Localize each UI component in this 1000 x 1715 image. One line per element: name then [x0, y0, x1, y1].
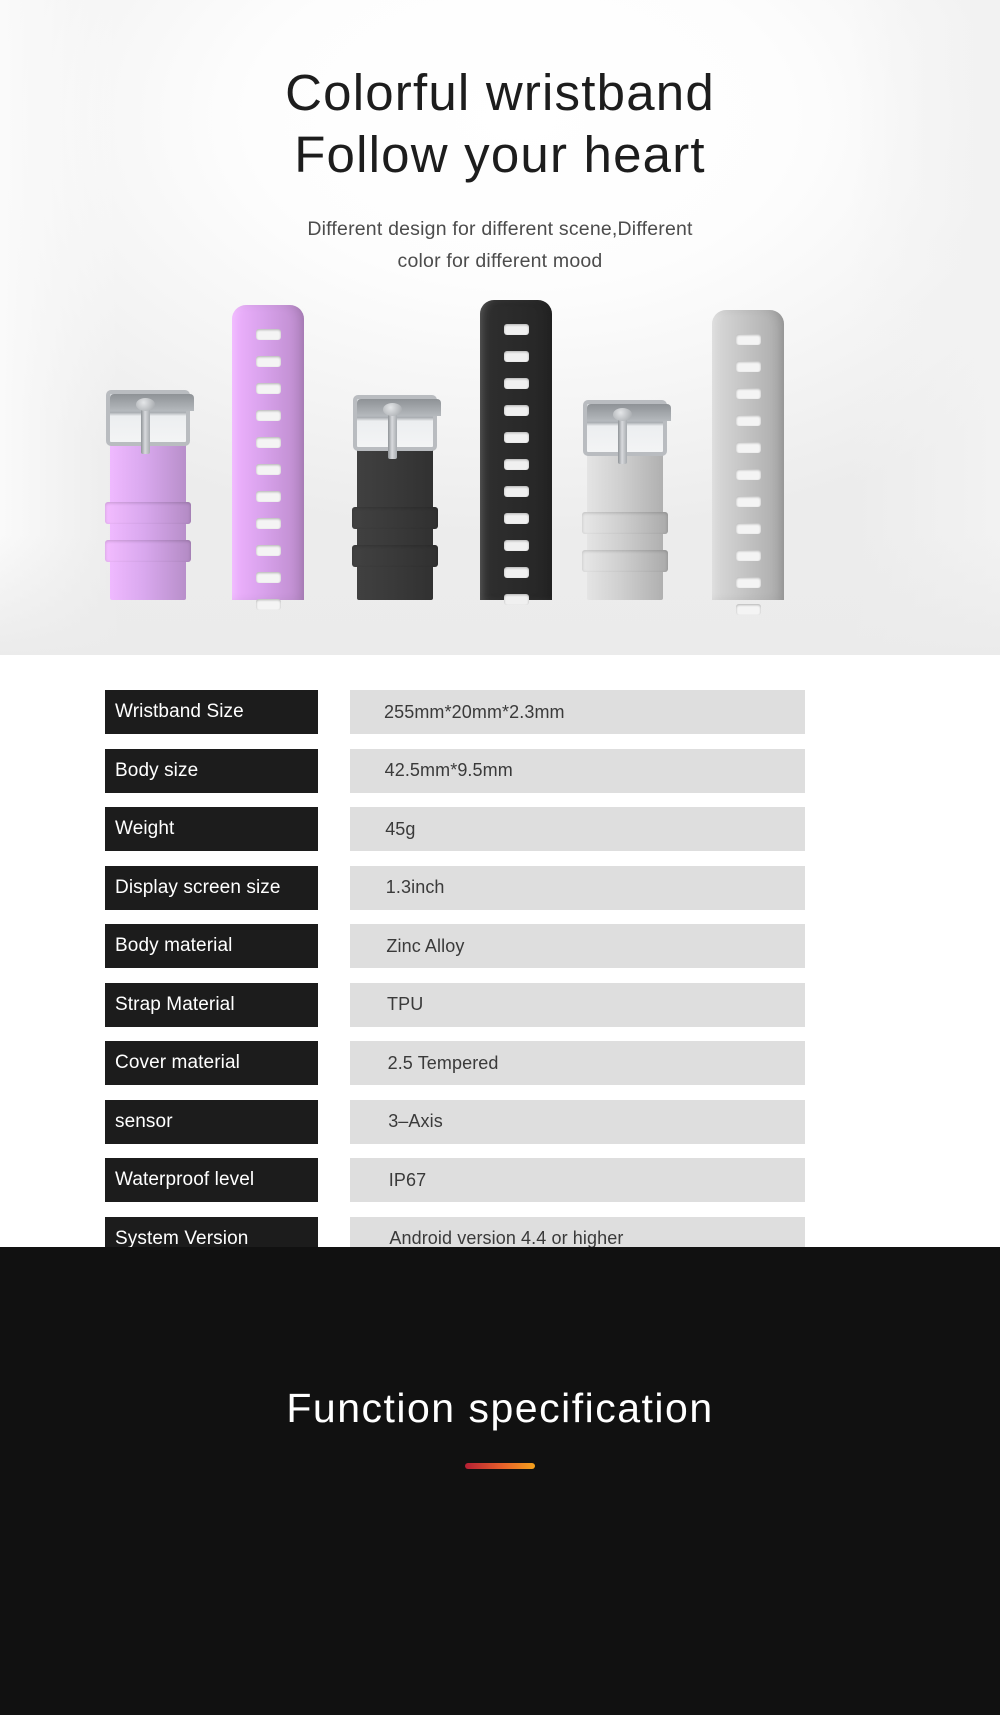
spec-row: Strap Material TPU: [0, 982, 1000, 1042]
spec-row: Cover material 2.5 Tempered: [0, 1041, 1000, 1100]
spec-value: 42.5mm*9.5mm: [350, 748, 805, 793]
dark-section: [0, 1247, 1000, 1715]
spec-label: sensor: [105, 1099, 318, 1144]
buckle-pin-head: [136, 398, 155, 411]
wristband-gray-strap-half: [712, 310, 784, 615]
spec-label: Weight: [105, 807, 318, 851]
function-specification-title: Function specification: [286, 1385, 714, 1431]
strap-hole: [503, 405, 529, 416]
buckle-keeper-loop: [352, 507, 438, 529]
strap-hole: [735, 415, 761, 426]
strap-hole: [503, 540, 529, 551]
strap-hole: [735, 469, 761, 480]
wristband-black-strap-half: [480, 300, 552, 605]
wristband-gallery: [0, 0, 1000, 655]
strap-hole: [503, 567, 529, 578]
spec-row: sensor 3–Axis: [0, 1099, 1000, 1159]
buckle-half: [350, 395, 441, 600]
spec-value: 2.5 Tempered: [350, 1041, 805, 1085]
buckle-keeper-loop: [105, 502, 191, 524]
spec-label: Waterproof level: [105, 1158, 318, 1202]
spec-row: Waterproof level IP67: [0, 1158, 1000, 1217]
spec-row: Wristband Size 255mm*20mm*2.3mm: [0, 690, 1000, 749]
spec-row: Weight 45g: [0, 807, 1000, 866]
strap-hole: [503, 486, 529, 497]
buckle-pin-head: [383, 403, 402, 416]
spec-value: IP67: [350, 1158, 805, 1202]
spec-label: Body size: [105, 748, 318, 793]
spec-label: Cover material: [105, 1041, 318, 1085]
spec-label: Wristband Size: [105, 690, 318, 734]
wristband-purple-buckle-half: [103, 390, 194, 600]
strap-hole: [735, 523, 761, 534]
strap-hole: [735, 388, 761, 399]
buckle-keeper-loop: [582, 550, 668, 572]
spec-label: Display screen size: [105, 865, 318, 910]
specification-table: Wristband Size 255mm*20mm*2.3mm Body size 4…: [0, 690, 1000, 1334]
spec-value: 1.3inch: [350, 865, 805, 910]
strap-hole: [735, 496, 761, 507]
spec-row: Display screen size 1.3inch: [0, 865, 1000, 925]
wristband-purple-strap-half: [232, 305, 304, 610]
spec-row: Body material Zinc Alloy: [0, 924, 1000, 983]
buckle-keeper-loop: [352, 545, 438, 567]
strap-hole: [503, 432, 529, 443]
strap-hole: [255, 464, 281, 475]
spec-label: Body material: [105, 924, 318, 968]
accent-underline: [465, 1463, 535, 1469]
buckle-pin-head: [613, 408, 632, 421]
strap-hole: [503, 594, 529, 605]
strap-hole: [255, 491, 281, 502]
strap-hole: [255, 518, 281, 529]
strap-hole: [255, 437, 281, 448]
strap-hole: [735, 577, 761, 588]
strap-hole: [735, 604, 761, 615]
strap-hole: [503, 378, 529, 389]
spec-label: Strap Material: [105, 982, 318, 1027]
strap-half: [480, 300, 552, 605]
strap-hole: [255, 383, 281, 394]
spec-value: 3–Axis: [350, 1099, 805, 1144]
spec-value: 255mm*20mm*2.3mm: [350, 690, 805, 734]
buckle-keeper-loop: [105, 540, 191, 562]
strap-hole: [503, 351, 529, 362]
hero-section: Colorful wristband Follow your heart Dif…: [0, 0, 1000, 655]
strap-hole: [503, 459, 529, 470]
strap-hole: [735, 442, 761, 453]
strap-hole: [735, 361, 761, 372]
strap-hole: [503, 324, 529, 335]
strap-hole: [255, 410, 281, 421]
strap-hole: [735, 334, 761, 345]
strap-hole: [503, 513, 529, 524]
strap-half: [232, 305, 304, 610]
strap-hole: [255, 545, 281, 556]
strap-half: [712, 310, 784, 615]
buckle-half: [580, 400, 671, 600]
strap-hole: [255, 572, 281, 583]
strap-hole: [255, 356, 281, 367]
spec-value: 45g: [350, 807, 805, 851]
strap-hole: [735, 550, 761, 561]
buckle-half: [103, 390, 194, 600]
buckle-keeper-loop: [582, 512, 668, 534]
wristband-black-buckle-half: [350, 395, 441, 600]
strap-hole: [255, 329, 281, 340]
spec-row: Body size 42.5mm*9.5mm: [0, 748, 1000, 808]
spec-value: TPU: [350, 982, 805, 1027]
wristband-gray-buckle-half: [580, 400, 671, 600]
strap-hole: [255, 599, 281, 610]
spec-value: Zinc Alloy: [350, 924, 805, 968]
